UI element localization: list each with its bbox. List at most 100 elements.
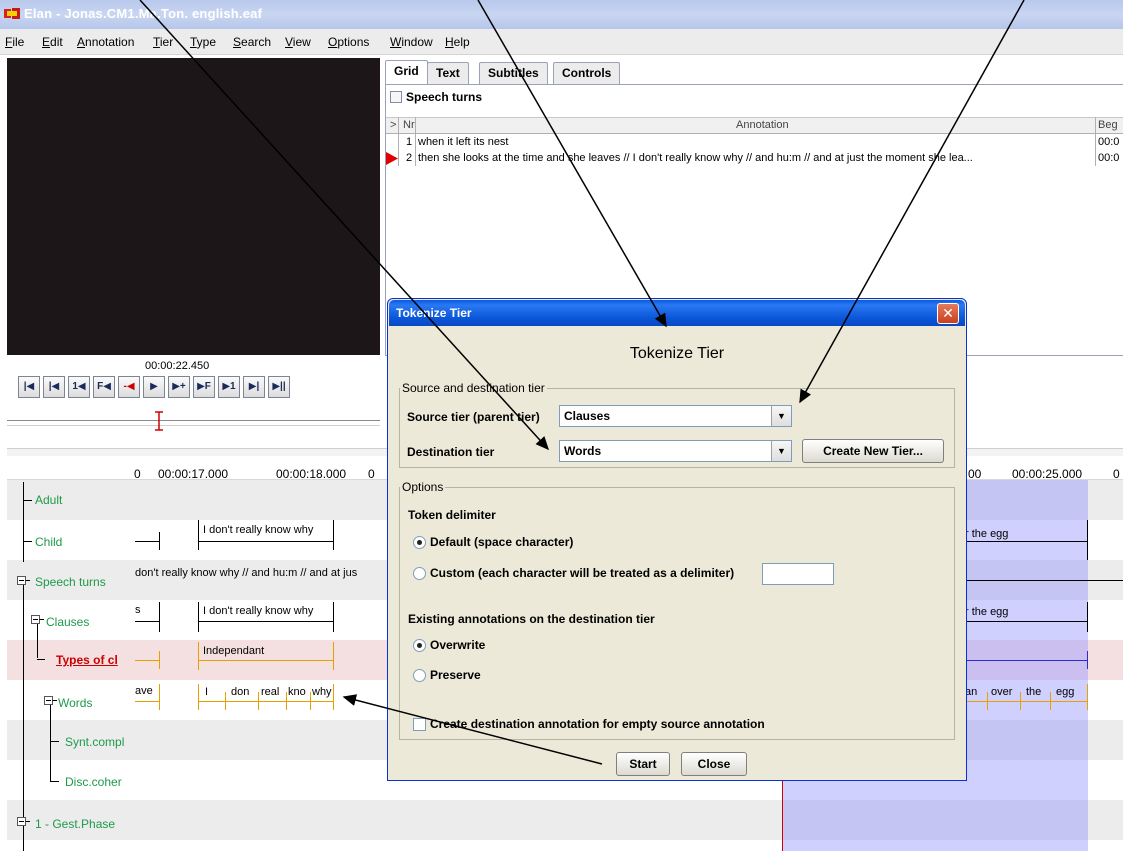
- menu-options[interactable]: Options: [328, 35, 369, 49]
- chevron-down-icon[interactable]: ▼: [771, 406, 791, 426]
- tier-label-adult[interactable]: Adult: [35, 493, 62, 507]
- annotation-word[interactable]: I: [205, 686, 208, 698]
- menu-tier[interactable]: Tier: [153, 35, 173, 49]
- previous-frame-icon[interactable]: |◀: [43, 376, 65, 398]
- tab-subtitles[interactable]: Subtitles: [479, 62, 548, 84]
- play-selection-icon[interactable]: ▶+: [168, 376, 190, 398]
- play-icon[interactable]: ▶: [143, 376, 165, 398]
- tier-tree-line: [50, 781, 59, 782]
- radio-overwrite-label[interactable]: Overwrite: [430, 638, 485, 652]
- radio-default-label[interactable]: Default (space character): [430, 535, 573, 549]
- tier-label-synt-compl[interactable]: Synt.compl: [65, 735, 124, 749]
- dialog-title: Tokenize Tier: [396, 306, 472, 320]
- destination-tier-select[interactable]: Words ▼: [559, 440, 792, 462]
- play-selection-back-icon[interactable]: -◀: [118, 376, 140, 398]
- grid-tier-checkbox[interactable]: [390, 91, 402, 103]
- media-position-handle[interactable]: [154, 410, 164, 432]
- annotation-boundary: [225, 692, 226, 710]
- empty-annotation-checkbox[interactable]: [413, 718, 426, 731]
- radio-custom-label[interactable]: Custom (each character will be treated a…: [430, 566, 734, 580]
- annotation-word[interactable]: real: [261, 686, 279, 698]
- chevron-down-icon[interactable]: ▼: [771, 441, 791, 461]
- radio-custom-delimiter[interactable]: [413, 567, 426, 580]
- radio-preserve-label[interactable]: Preserve: [430, 668, 481, 682]
- video-player[interactable]: [7, 58, 380, 355]
- previous-scrollview-icon[interactable]: F◀: [93, 376, 115, 398]
- grid-row[interactable]: 1 when it left its nest 00:0: [386, 135, 1123, 151]
- close-icon[interactable]: ✕: [937, 303, 959, 324]
- tier-tree-line: [50, 741, 59, 742]
- collapse-icon[interactable]: [31, 615, 44, 628]
- collapse-icon[interactable]: [17, 576, 30, 589]
- annotation-word[interactable]: why: [312, 686, 332, 698]
- radio-default-delimiter[interactable]: [413, 536, 426, 549]
- radio-preserve[interactable]: [413, 669, 426, 682]
- annotation-boundary: [135, 660, 159, 661]
- create-new-tier-button[interactable]: Create New Tier...: [802, 439, 944, 463]
- annotation-word[interactable]: the: [1026, 686, 1041, 698]
- tab-grid[interactable]: Grid: [385, 60, 428, 84]
- close-button[interactable]: Close: [681, 752, 747, 776]
- menu-help[interactable]: Help: [445, 35, 470, 49]
- next-frame-icon[interactable]: ▶|: [243, 376, 265, 398]
- annotation-child[interactable]: r the egg: [965, 528, 1008, 540]
- menu-type[interactable]: Type: [190, 35, 216, 49]
- tier-label-disc-coher[interactable]: Disc.coher: [65, 775, 122, 789]
- menu-edit[interactable]: Edit: [42, 35, 63, 49]
- annotation-word[interactable]: ave: [135, 685, 153, 697]
- annotation-word[interactable]: over: [991, 686, 1012, 698]
- menu-window[interactable]: Window: [390, 35, 433, 49]
- menu-file[interactable]: File: [5, 35, 24, 49]
- annotation-word[interactable]: kno: [288, 686, 306, 698]
- destination-tier-label: Destination tier: [407, 445, 495, 459]
- custom-delimiter-field[interactable]: [762, 563, 834, 585]
- back-one-second-icon[interactable]: 1◀: [68, 376, 90, 398]
- collapse-icon[interactable]: [44, 696, 57, 709]
- grid-row-begin: 00:0: [1098, 136, 1120, 148]
- menu-annotation[interactable]: Annotation: [77, 35, 134, 49]
- start-button[interactable]: Start: [616, 752, 670, 776]
- source-tier-select[interactable]: Clauses ▼: [559, 405, 792, 427]
- token-delimiter-label: Token delimiter: [408, 508, 496, 522]
- dialog-titlebar[interactable]: [389, 300, 965, 326]
- annotation-boundary: [1087, 602, 1088, 632]
- grid-col-annotation[interactable]: Annotation: [736, 119, 789, 131]
- media-position-slider[interactable]: [7, 420, 380, 426]
- grid-row[interactable]: 2 then she looks at the time and she lea…: [386, 151, 1123, 167]
- source-tier-label: Source tier (parent tier): [407, 410, 540, 424]
- go-to-end-icon[interactable]: ▶||: [268, 376, 290, 398]
- tier-label-clauses[interactable]: Clauses: [46, 615, 89, 629]
- annotation-clause[interactable]: s: [135, 604, 141, 616]
- tier-label-child[interactable]: Child: [35, 535, 62, 549]
- annotation-type-of-clause[interactable]: Independant: [203, 645, 264, 657]
- grid-col-begin[interactable]: Beg: [1098, 119, 1118, 131]
- annotation-speech-turn[interactable]: don't really know why // and hu:m // and…: [135, 567, 357, 579]
- annotation-word[interactable]: egg: [1056, 686, 1074, 698]
- tier-label-types-of-clauses[interactable]: Types of cl: [56, 653, 118, 667]
- go-to-begin-icon[interactable]: |◀: [18, 376, 40, 398]
- next-scrollview-icon[interactable]: ▶F: [193, 376, 215, 398]
- tier-label-words[interactable]: Words: [58, 696, 92, 710]
- annotation-clause[interactable]: r the egg: [965, 606, 1008, 618]
- tier-label-gest-phase[interactable]: 1 - Gest.Phase: [35, 817, 115, 831]
- grid-row-annotation: then she looks at the time and she leave…: [418, 152, 973, 164]
- annotation-boundary: [310, 692, 311, 710]
- annotation-word[interactable]: don: [231, 686, 249, 698]
- radio-overwrite[interactable]: [413, 639, 426, 652]
- forward-one-second-icon[interactable]: ▶1: [218, 376, 240, 398]
- collapse-icon[interactable]: [17, 817, 30, 830]
- annotation-clause[interactable]: I don't really know why: [203, 605, 313, 617]
- tab-text[interactable]: Text: [427, 62, 469, 84]
- annotation-child[interactable]: I don't really know why: [203, 524, 313, 536]
- menu-search[interactable]: Search: [233, 35, 271, 49]
- annotation-boundary: [333, 520, 334, 550]
- tab-controls[interactable]: Controls: [553, 62, 621, 84]
- annotation-boundary: [198, 701, 333, 702]
- tier-label-speech-turns[interactable]: Speech turns: [35, 575, 106, 589]
- annotation-boundary: [1087, 684, 1088, 710]
- grid-col-nr[interactable]: Nr: [403, 119, 415, 131]
- menu-view[interactable]: View: [285, 35, 311, 49]
- annotation-boundary: [965, 660, 1087, 661]
- empty-annotation-label[interactable]: Create destination annotation for empty …: [430, 717, 765, 731]
- grid-row-nr: 1: [406, 136, 413, 148]
